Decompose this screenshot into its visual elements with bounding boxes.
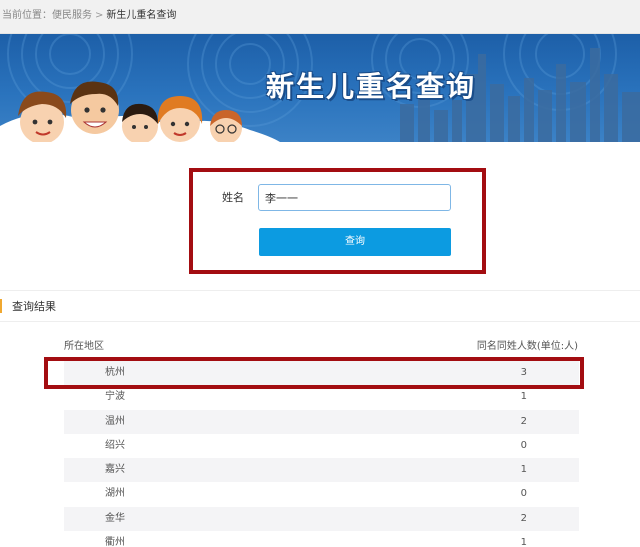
region-cell: 金华	[105, 512, 125, 524]
region-cell: 湖州	[105, 488, 125, 500]
count-cell: 0	[520, 439, 527, 451]
breadcrumb-separator: >	[95, 10, 104, 21]
table-row: 温州 2	[64, 409, 579, 434]
name-label: 姓名	[222, 191, 244, 204]
result-row-highlight	[44, 357, 584, 389]
region-cell: 宁波	[105, 391, 125, 403]
region-cell: 温州	[105, 415, 125, 427]
column-header-region: 所在地区	[64, 341, 104, 352]
results-title: 查询结果	[12, 300, 56, 313]
column-header-count: 同名同姓人数(单位:人)	[476, 341, 578, 352]
count-cell: 1	[520, 464, 527, 475]
table-row: 嘉兴 1	[64, 458, 579, 483]
breadcrumb-link-service[interactable]: 便民服务	[52, 10, 92, 21]
page-banner: 新生儿重名查询	[0, 34, 640, 142]
table-row: 绍兴 0	[64, 434, 579, 458]
name-input[interactable]	[258, 184, 451, 211]
table-row: 湖州 0	[64, 482, 579, 506]
count-cell: 1	[520, 391, 527, 403]
table-row: 金华 2	[64, 506, 579, 531]
region-cell: 嘉兴	[105, 464, 125, 475]
banner-title: 新生儿重名查询	[266, 70, 477, 103]
results-section-header: 查询结果	[0, 290, 640, 322]
query-button[interactable]: 查询	[259, 228, 451, 256]
breadcrumb-prefix: 当前位置：	[2, 10, 52, 21]
count-cell: 2	[520, 512, 527, 524]
section-marker	[0, 299, 2, 313]
region-cell: 衢州	[105, 536, 125, 547]
breadcrumb-bar: 当前位置：便民服务 > 新生儿重名查询	[0, 0, 640, 34]
count-cell: 2	[520, 415, 527, 427]
breadcrumb-current: 新生儿重名查询	[106, 10, 177, 21]
count-cell: 1	[520, 536, 527, 547]
breadcrumb: 当前位置：便民服务 > 新生儿重名查询	[2, 10, 176, 22]
table-row: 衢州 1	[64, 531, 579, 547]
count-cell: 0	[520, 488, 527, 500]
region-cell: 绍兴	[105, 439, 125, 451]
